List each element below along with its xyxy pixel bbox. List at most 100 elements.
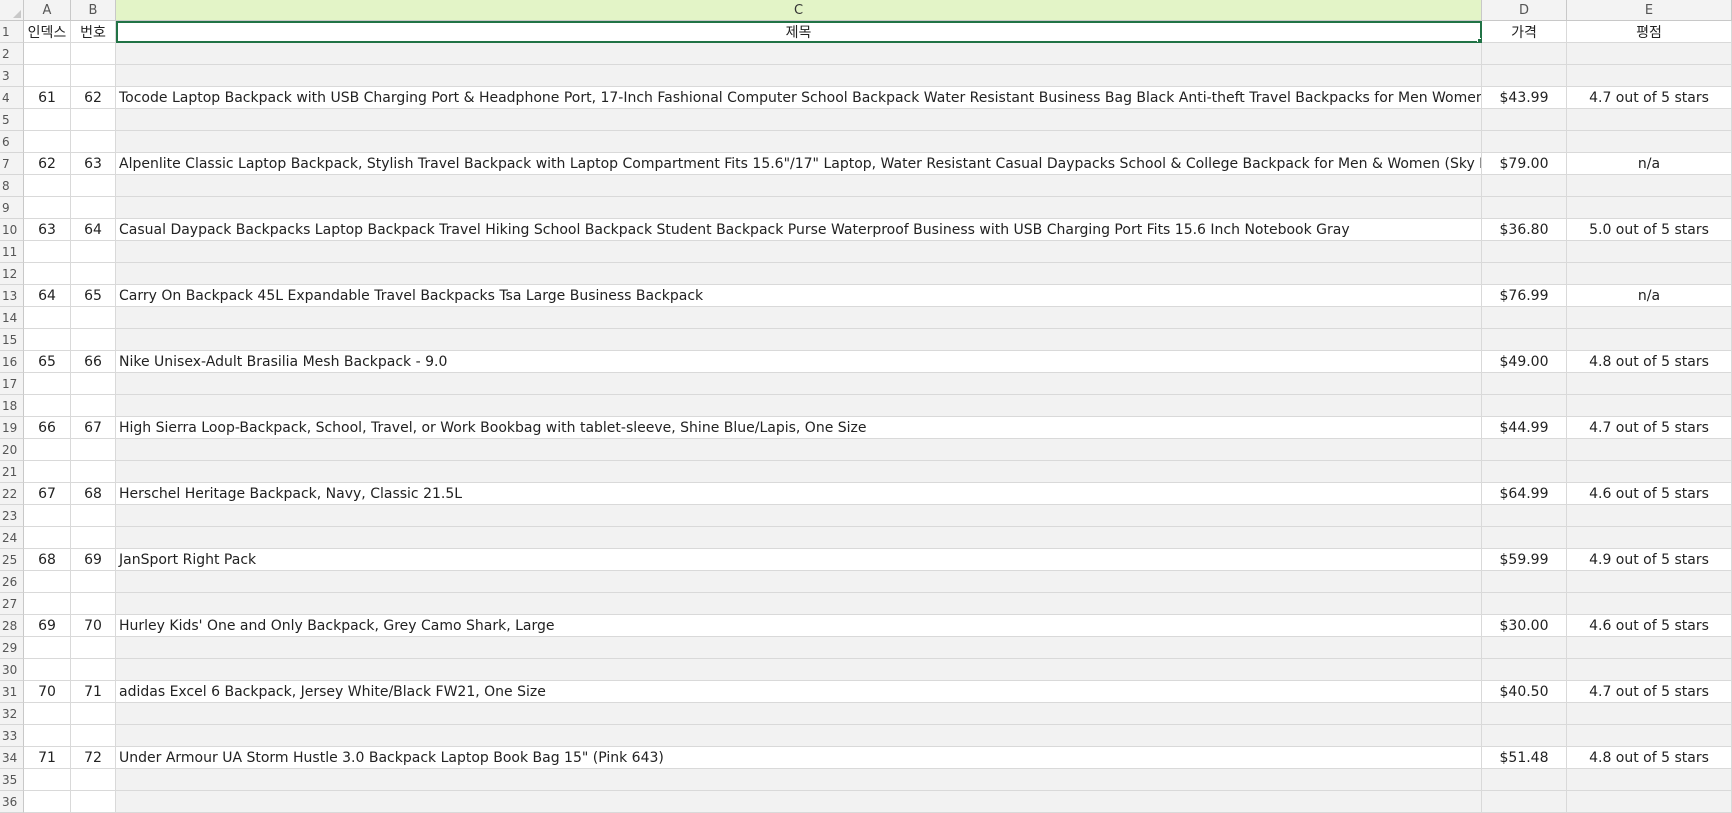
title-cell[interactable]: Casual Daypack Backpacks Laptop Backpack…	[116, 219, 1482, 241]
rating-cell[interactable]: 4.7 out of 5 stars	[1567, 681, 1732, 703]
rating-cell[interactable]: 4.9 out of 5 stars	[1567, 549, 1732, 571]
header-cell-price[interactable]: 가격	[1482, 21, 1567, 43]
empty-cell[interactable]	[71, 571, 116, 593]
empty-cell[interactable]	[1482, 43, 1567, 65]
price-cell[interactable]: $49.00	[1482, 351, 1567, 373]
index-cell[interactable]: 71	[24, 747, 71, 769]
empty-cell[interactable]	[24, 329, 71, 351]
row-header[interactable]: 10	[0, 219, 24, 241]
index-cell[interactable]: 64	[24, 285, 71, 307]
empty-cell[interactable]	[116, 175, 1482, 197]
empty-cell[interactable]	[1567, 263, 1732, 285]
number-cell[interactable]: 67	[71, 417, 116, 439]
empty-cell[interactable]	[1482, 593, 1567, 615]
empty-cell[interactable]	[24, 395, 71, 417]
title-cell[interactable]: adidas Excel 6 Backpack, Jersey White/Bl…	[116, 681, 1482, 703]
empty-cell[interactable]	[71, 329, 116, 351]
empty-cell[interactable]	[71, 43, 116, 65]
empty-cell[interactable]	[24, 263, 71, 285]
empty-cell[interactable]	[1567, 505, 1732, 527]
empty-cell[interactable]	[116, 395, 1482, 417]
empty-cell[interactable]	[116, 461, 1482, 483]
empty-cell[interactable]	[24, 703, 71, 725]
row-header[interactable]: 36	[0, 791, 24, 813]
empty-cell[interactable]	[116, 197, 1482, 219]
index-cell[interactable]: 66	[24, 417, 71, 439]
empty-cell[interactable]	[1482, 109, 1567, 131]
header-cell-title[interactable]: 제목	[116, 21, 1482, 43]
index-cell[interactable]: 70	[24, 681, 71, 703]
empty-cell[interactable]	[24, 197, 71, 219]
empty-cell[interactable]	[116, 703, 1482, 725]
title-cell[interactable]: Tocode Laptop Backpack with USB Charging…	[116, 87, 1482, 109]
title-cell[interactable]: High Sierra Loop-Backpack, School, Trave…	[116, 417, 1482, 439]
empty-cell[interactable]	[24, 791, 71, 813]
row-header[interactable]: 28	[0, 615, 24, 637]
title-cell[interactable]: Carry On Backpack 45L Expandable Travel …	[116, 285, 1482, 307]
index-cell[interactable]: 63	[24, 219, 71, 241]
empty-cell[interactable]	[116, 329, 1482, 351]
row-header[interactable]: 23	[0, 505, 24, 527]
number-cell[interactable]: 72	[71, 747, 116, 769]
empty-cell[interactable]	[24, 109, 71, 131]
title-cell[interactable]: Herschel Heritage Backpack, Navy, Classi…	[116, 483, 1482, 505]
empty-cell[interactable]	[24, 527, 71, 549]
row-header[interactable]: 32	[0, 703, 24, 725]
row-header[interactable]: 8	[0, 175, 24, 197]
empty-cell[interactable]	[1567, 241, 1732, 263]
empty-cell[interactable]	[1482, 725, 1567, 747]
price-cell[interactable]: $79.00	[1482, 153, 1567, 175]
column-header-d[interactable]: D	[1482, 0, 1567, 20]
rating-cell[interactable]: 4.7 out of 5 stars	[1567, 87, 1732, 109]
row-header[interactable]: 16	[0, 351, 24, 373]
empty-cell[interactable]	[71, 791, 116, 813]
row-header[interactable]: 22	[0, 483, 24, 505]
empty-cell[interactable]	[1567, 175, 1732, 197]
empty-cell[interactable]	[1482, 769, 1567, 791]
price-cell[interactable]: $76.99	[1482, 285, 1567, 307]
empty-cell[interactable]	[24, 637, 71, 659]
empty-cell[interactable]	[24, 43, 71, 65]
empty-cell[interactable]	[71, 175, 116, 197]
empty-cell[interactable]	[1482, 659, 1567, 681]
empty-cell[interactable]	[1482, 637, 1567, 659]
empty-cell[interactable]	[116, 43, 1482, 65]
empty-cell[interactable]	[116, 637, 1482, 659]
empty-cell[interactable]	[116, 505, 1482, 527]
price-cell[interactable]: $44.99	[1482, 417, 1567, 439]
select-all-corner[interactable]	[0, 0, 24, 20]
index-cell[interactable]: 65	[24, 351, 71, 373]
empty-cell[interactable]	[24, 307, 71, 329]
empty-cell[interactable]	[116, 791, 1482, 813]
empty-cell[interactable]	[1482, 197, 1567, 219]
rating-cell[interactable]: 4.8 out of 5 stars	[1567, 351, 1732, 373]
empty-cell[interactable]	[1567, 65, 1732, 87]
empty-cell[interactable]	[1482, 505, 1567, 527]
empty-cell[interactable]	[1567, 373, 1732, 395]
empty-cell[interactable]	[24, 461, 71, 483]
row-header[interactable]: 17	[0, 373, 24, 395]
number-cell[interactable]: 66	[71, 351, 116, 373]
empty-cell[interactable]	[71, 439, 116, 461]
empty-cell[interactable]	[71, 703, 116, 725]
empty-cell[interactable]	[24, 65, 71, 87]
column-header-c[interactable]: C	[116, 0, 1482, 20]
column-header-b[interactable]: B	[71, 0, 116, 20]
empty-cell[interactable]	[1567, 109, 1732, 131]
empty-cell[interactable]	[71, 725, 116, 747]
row-header[interactable]: 9	[0, 197, 24, 219]
price-cell[interactable]: $59.99	[1482, 549, 1567, 571]
title-cell[interactable]: JanSport Right Pack	[116, 549, 1482, 571]
price-cell[interactable]: $36.80	[1482, 219, 1567, 241]
row-header[interactable]: 1	[0, 21, 24, 43]
empty-cell[interactable]	[116, 131, 1482, 153]
rating-cell[interactable]: 4.6 out of 5 stars	[1567, 615, 1732, 637]
number-cell[interactable]: 62	[71, 87, 116, 109]
empty-cell[interactable]	[71, 527, 116, 549]
index-cell[interactable]: 67	[24, 483, 71, 505]
rating-cell[interactable]: n/a	[1567, 285, 1732, 307]
empty-cell[interactable]	[1482, 527, 1567, 549]
column-header-e[interactable]: E	[1567, 0, 1732, 20]
row-header[interactable]: 21	[0, 461, 24, 483]
row-header[interactable]: 2	[0, 43, 24, 65]
